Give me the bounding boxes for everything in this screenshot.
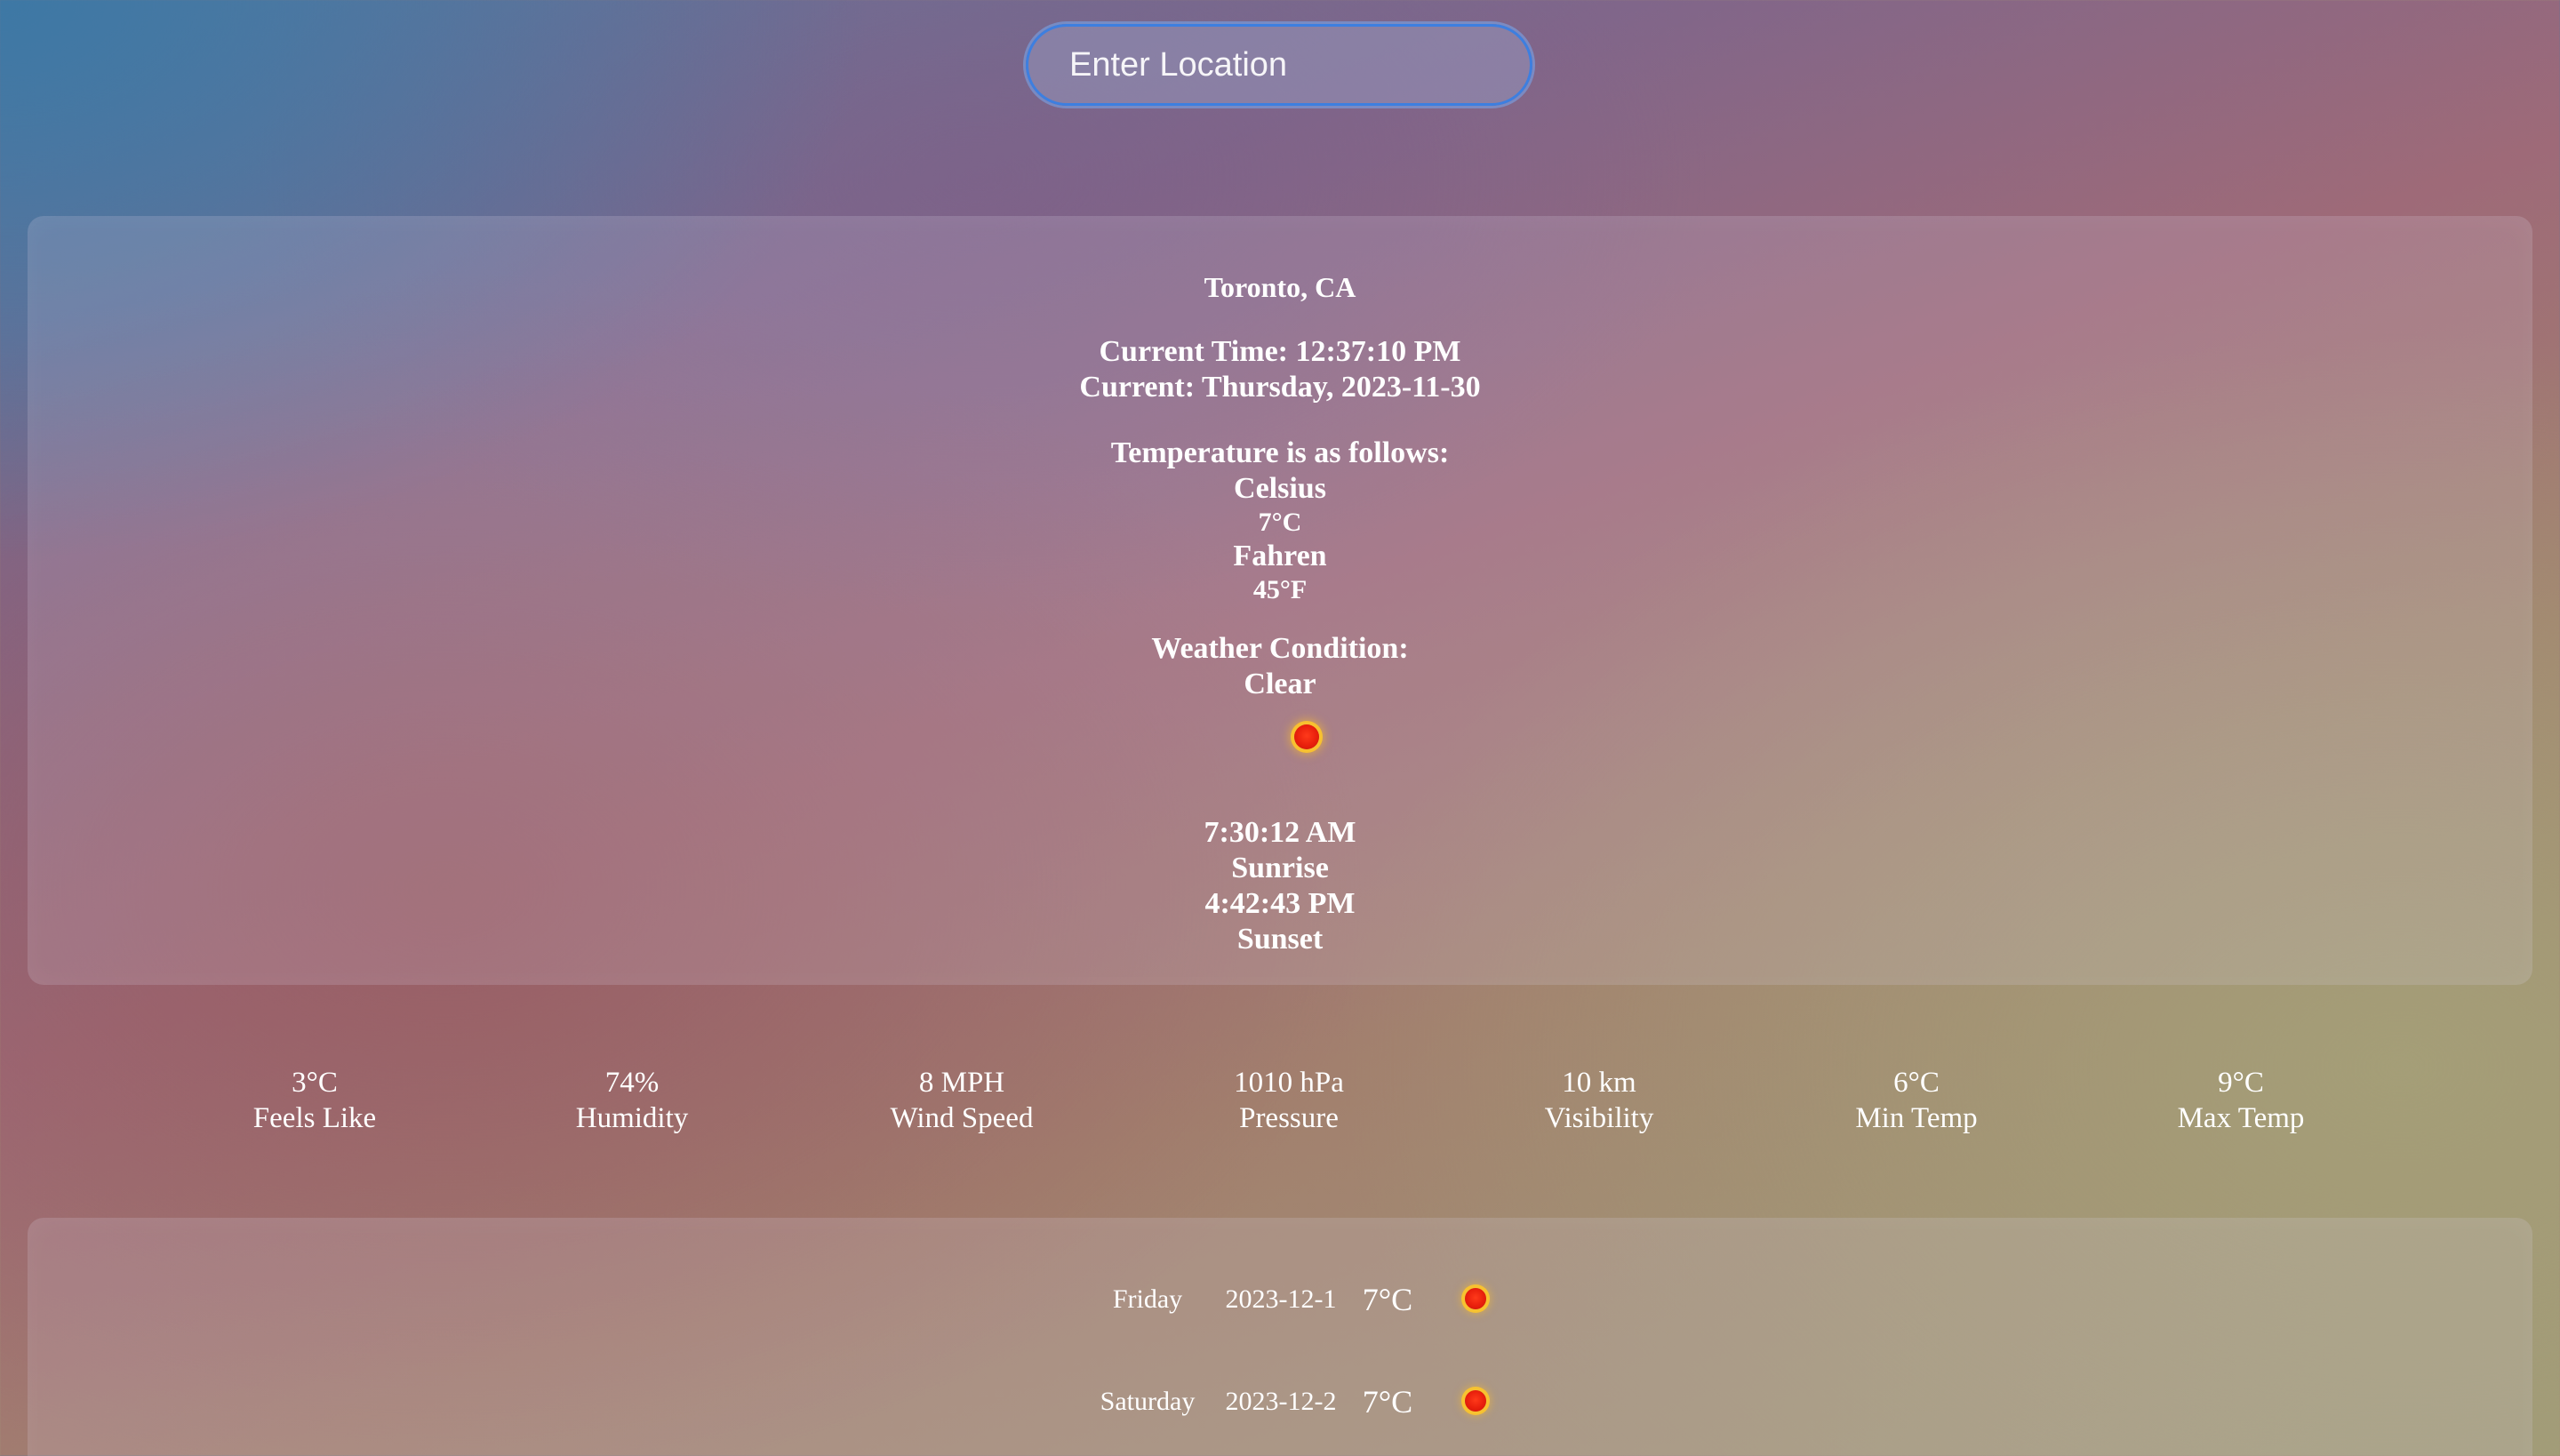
sun-icon <box>1294 724 1319 749</box>
sun-icon <box>1465 1390 1486 1412</box>
stat-label: Max Temp <box>2177 1102 2305 1134</box>
stat-min-temp: 6°C Min Temp <box>1783 1065 2050 1136</box>
stat-label: Min Temp <box>1855 1102 1978 1134</box>
stat-label: Feels Like <box>252 1102 377 1134</box>
current-weather-panel: Toronto, CA Current Time: 12:37:10 PM Cu… <box>28 216 2532 985</box>
stat-value: 1010 hPa <box>1234 1067 1344 1099</box>
forecast-panel: Friday 2023-12-1 7°C Saturday 2023-12-2 … <box>28 1218 2532 1456</box>
stat-value: 6°C <box>1893 1067 1940 1099</box>
search-bar <box>1026 24 1532 106</box>
forecast-temp: 7°C <box>1362 1282 1413 1317</box>
forecast-day: Friday <box>1112 1284 1183 1314</box>
temperature-block: Temperature is as follows: Celsius 7°C F… <box>28 436 2532 606</box>
forecast-day: Saturday <box>1100 1387 1196 1416</box>
current-date: Current: Thursday, 2023-11-30 <box>1079 371 1481 404</box>
weather-stats-row: 3°C Feels Like 74% Humidity 8 MPH Wind S… <box>0 1065 2560 1145</box>
stat-value: 9°C <box>2218 1067 2264 1099</box>
sunrise-label: Sunrise <box>1231 852 1329 884</box>
fahrenheit-label: Fahren <box>1233 540 1327 572</box>
current-time-block: Current Time: 12:37:10 PM Current: Thurs… <box>28 334 2532 405</box>
stat-wind-speed: 8 MPH Wind Speed <box>828 1065 1095 1136</box>
stat-label: Wind Speed <box>890 1102 1034 1134</box>
temperature-heading: Temperature is as follows: <box>1110 436 1450 469</box>
location-name: Toronto, CA <box>1204 271 1356 303</box>
forecast-temp: 7°C <box>1362 1384 1413 1420</box>
weather-condition: Clear <box>1244 668 1316 700</box>
celsius-value: 7°C <box>1258 508 1302 537</box>
stat-label: Pressure <box>1239 1102 1339 1134</box>
location-search-input[interactable] <box>1026 24 1532 106</box>
sunrise-time: 7:30:12 AM <box>1204 816 1356 849</box>
sun-icon <box>1465 1288 1486 1309</box>
stat-feels-like: 3°C Feels Like <box>181 1065 448 1136</box>
stat-humidity: 74% Humidity <box>499 1065 765 1136</box>
stat-value: 74% <box>604 1067 660 1099</box>
forecast-date: 2023-12-1 <box>1225 1284 1337 1314</box>
forecast-row: Friday 2023-12-1 7°C <box>28 1277 2532 1322</box>
sun-times-block: 7:30:12 AM Sunrise 4:42:43 PM Sunset <box>28 815 2532 957</box>
forecast-row: Saturday 2023-12-2 7°C <box>28 1380 2532 1424</box>
current-time: Current Time: 12:37:10 PM <box>1099 335 1461 368</box>
stat-pressure: 1010 hPa Pressure <box>1156 1065 1422 1136</box>
forecast-date: 2023-12-2 <box>1225 1387 1337 1416</box>
stat-max-temp: 9°C Max Temp <box>2108 1065 2374 1136</box>
stat-visibility: 10 km Visibility <box>1466 1065 1732 1136</box>
stat-label: Humidity <box>575 1102 689 1134</box>
stat-label: Visibility <box>1544 1102 1654 1134</box>
weather-condition-block: Weather Condition: Clear <box>28 631 2532 702</box>
sunset-label: Sunset <box>1236 923 1324 956</box>
weather-condition-heading: Weather Condition: <box>1151 632 1409 665</box>
stat-value: 3°C <box>292 1067 338 1099</box>
sunset-time: 4:42:43 PM <box>1204 887 1356 920</box>
stat-value: 8 MPH <box>918 1067 1005 1099</box>
fahrenheit-value: 45°F <box>1252 575 1308 604</box>
stat-value: 10 km <box>1562 1067 1636 1099</box>
celsius-label: Celsius <box>1234 472 1326 505</box>
